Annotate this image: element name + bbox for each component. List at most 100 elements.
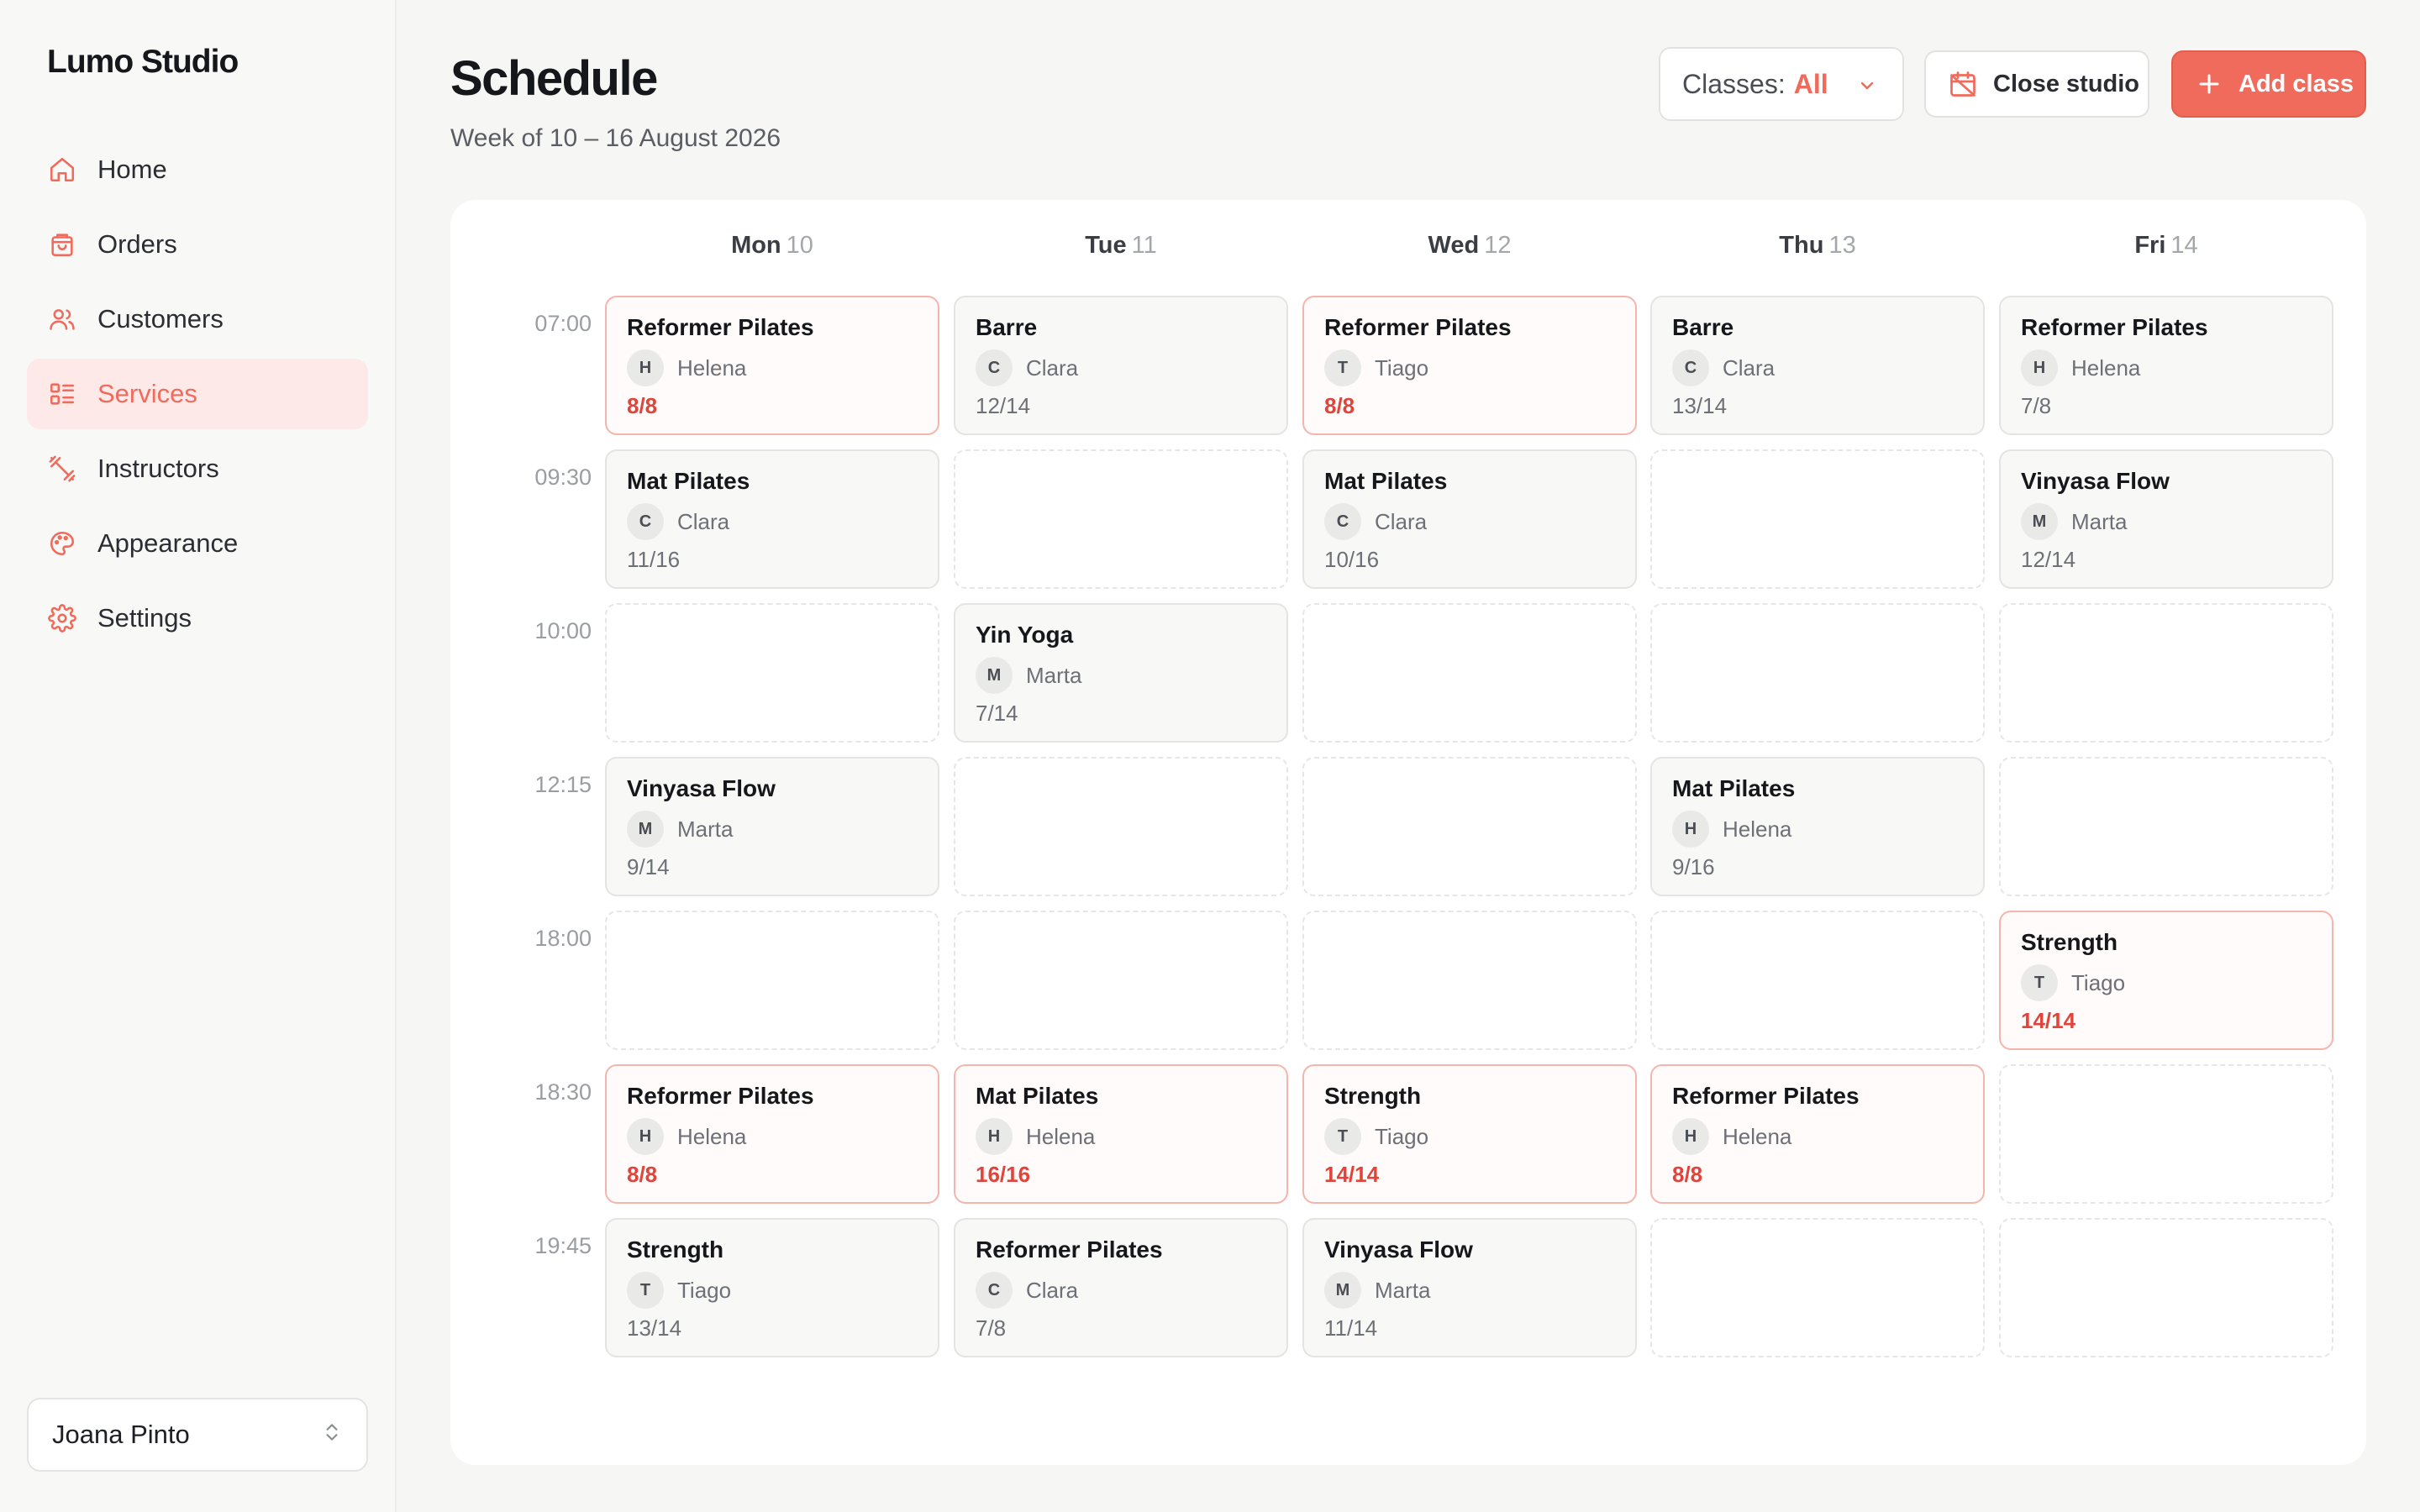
sidebar-item-home[interactable]: Home: [27, 134, 368, 205]
day-name: Tue: [1085, 232, 1127, 259]
class-card[interactable]: Reformer Pilates C Clara 7/8: [954, 1218, 1288, 1357]
classes-filter-dropdown[interactable]: Classes: All: [1659, 47, 1904, 121]
class-card[interactable]: Mat Pilates H Helena 9/16: [1650, 757, 1985, 896]
class-card[interactable]: Barre C Clara 12/14: [954, 296, 1288, 435]
empty-slot[interactable]: [1999, 1218, 2333, 1357]
class-instructor: T Tiago: [1324, 349, 1615, 386]
class-instructor: H Helena: [1672, 1118, 1963, 1155]
avatar: C: [1324, 503, 1361, 540]
user-switcher[interactable]: Joana Pinto: [27, 1398, 368, 1472]
class-card[interactable]: Reformer Pilates H Helena 8/8: [605, 296, 939, 435]
day-name: Mon: [731, 232, 781, 259]
class-instructor: H Helena: [1672, 811, 1963, 848]
class-card[interactable]: Mat Pilates C Clara 11/16: [605, 449, 939, 589]
sidebar: Lumo Studio Home Orders Customers Servic…: [0, 0, 397, 1512]
day-header: Tue 11: [954, 232, 1288, 260]
class-card[interactable]: Reformer Pilates H Helena 7/8: [1999, 296, 2333, 435]
sidebar-item-customers[interactable]: Customers: [27, 284, 368, 354]
empty-slot[interactable]: [1302, 911, 1637, 1050]
class-card[interactable]: Strength T Tiago 13/14: [605, 1218, 939, 1357]
day-number: 13: [1828, 232, 1856, 259]
home-icon: [47, 155, 77, 185]
class-capacity: 11/16: [627, 547, 681, 572]
avatar: H: [2021, 349, 2058, 386]
class-card[interactable]: Reformer Pilates H Helena 8/8: [1650, 1064, 1985, 1204]
avatar: C: [976, 1272, 1013, 1309]
bag-icon: [47, 229, 77, 260]
empty-slot[interactable]: [1650, 449, 1985, 589]
class-capacity: 10/16: [1324, 547, 1380, 572]
empty-slot[interactable]: [1999, 1064, 2333, 1204]
class-instructor: H Helena: [2021, 349, 2312, 386]
day-number: 12: [1484, 232, 1512, 259]
class-capacity: 14/14: [1324, 1162, 1380, 1187]
class-card[interactable]: Strength T Tiago 14/14: [1999, 911, 2333, 1050]
class-card[interactable]: Strength T Tiago 14/14: [1302, 1064, 1637, 1204]
avatar: H: [1672, 1118, 1709, 1155]
class-name: Reformer Pilates: [1672, 1083, 1860, 1109]
empty-slot[interactable]: [954, 911, 1288, 1050]
day-name: Wed: [1428, 232, 1480, 259]
dumbbell-icon: [47, 454, 77, 484]
class-card[interactable]: Vinyasa Flow M Marta 12/14: [1999, 449, 2333, 589]
avatar: T: [627, 1272, 664, 1309]
class-card[interactable]: Reformer Pilates T Tiago 8/8: [1302, 296, 1637, 435]
class-name: Reformer Pilates: [2021, 314, 2208, 340]
avatar: M: [1324, 1272, 1361, 1309]
sidebar-item-instructors[interactable]: Instructors: [27, 433, 368, 504]
class-name: Strength: [1324, 1083, 1422, 1109]
time-label: 10:00: [534, 618, 592, 643]
sidebar-item-label: Instructors: [97, 454, 219, 483]
day-number: 14: [2170, 232, 2198, 259]
class-card[interactable]: Vinyasa Flow M Marta 9/14: [605, 757, 939, 896]
class-instructor: T Tiago: [627, 1272, 918, 1309]
sidebar-item-appearance[interactable]: Appearance: [27, 508, 368, 579]
empty-slot[interactable]: [1302, 603, 1637, 743]
instructor-name: Helena: [677, 354, 747, 381]
class-name: Vinyasa Flow: [2021, 468, 2170, 494]
class-card[interactable]: Mat Pilates H Helena 16/16: [954, 1064, 1288, 1204]
empty-slot[interactable]: [954, 449, 1288, 589]
class-capacity: 14/14: [2021, 1008, 2076, 1033]
class-capacity: 11/14: [1324, 1315, 1378, 1341]
time-label: 18:30: [534, 1079, 592, 1105]
avatar: C: [976, 349, 1013, 386]
users-icon: [47, 304, 77, 334]
empty-slot[interactable]: [954, 757, 1288, 896]
class-name: Strength: [627, 1236, 724, 1263]
class-card[interactable]: Yin Yoga M Marta 7/14: [954, 603, 1288, 743]
sidebar-item-services[interactable]: Services: [27, 359, 368, 429]
class-capacity: 8/8: [627, 393, 658, 418]
instructor-name: Marta: [1375, 1277, 1431, 1303]
add-class-button[interactable]: Add class: [2171, 50, 2366, 118]
instructor-name: Helena: [1026, 1123, 1096, 1149]
class-card[interactable]: Vinyasa Flow M Marta 11/14: [1302, 1218, 1637, 1357]
instructor-name: Clara: [1375, 508, 1428, 534]
class-instructor: C Clara: [976, 1272, 1266, 1309]
class-card[interactable]: Reformer Pilates H Helena 8/8: [605, 1064, 939, 1204]
empty-slot[interactable]: [1650, 1218, 1985, 1357]
class-instructor: T Tiago: [2021, 964, 2312, 1001]
avatar: H: [627, 1118, 664, 1155]
instructor-name: Helena: [1723, 816, 1792, 842]
empty-slot[interactable]: [1999, 757, 2333, 896]
class-name: Mat Pilates: [1672, 775, 1796, 801]
class-card[interactable]: Mat Pilates C Clara 10/16: [1302, 449, 1637, 589]
sidebar-item-settings[interactable]: Settings: [27, 583, 368, 654]
sidebar-item-label: Appearance: [97, 528, 239, 558]
empty-slot[interactable]: [1650, 911, 1985, 1050]
calendar-off-icon: [1950, 71, 1975, 97]
sidebar-item-orders[interactable]: Orders: [27, 209, 368, 280]
empty-slot[interactable]: [1999, 603, 2333, 743]
avatar: H: [1672, 811, 1709, 848]
class-instructor: M Marta: [2021, 503, 2312, 540]
empty-slot[interactable]: [1650, 603, 1985, 743]
class-capacity: 7/8: [2021, 393, 2052, 418]
empty-slot[interactable]: [605, 603, 939, 743]
close-studio-button[interactable]: Close studio: [1924, 50, 2149, 118]
class-name: Mat Pilates: [627, 468, 750, 494]
class-card[interactable]: Barre C Clara 13/14: [1650, 296, 1985, 435]
day-header: Mon 10: [605, 232, 939, 260]
empty-slot[interactable]: [605, 911, 939, 1050]
empty-slot[interactable]: [1302, 757, 1637, 896]
